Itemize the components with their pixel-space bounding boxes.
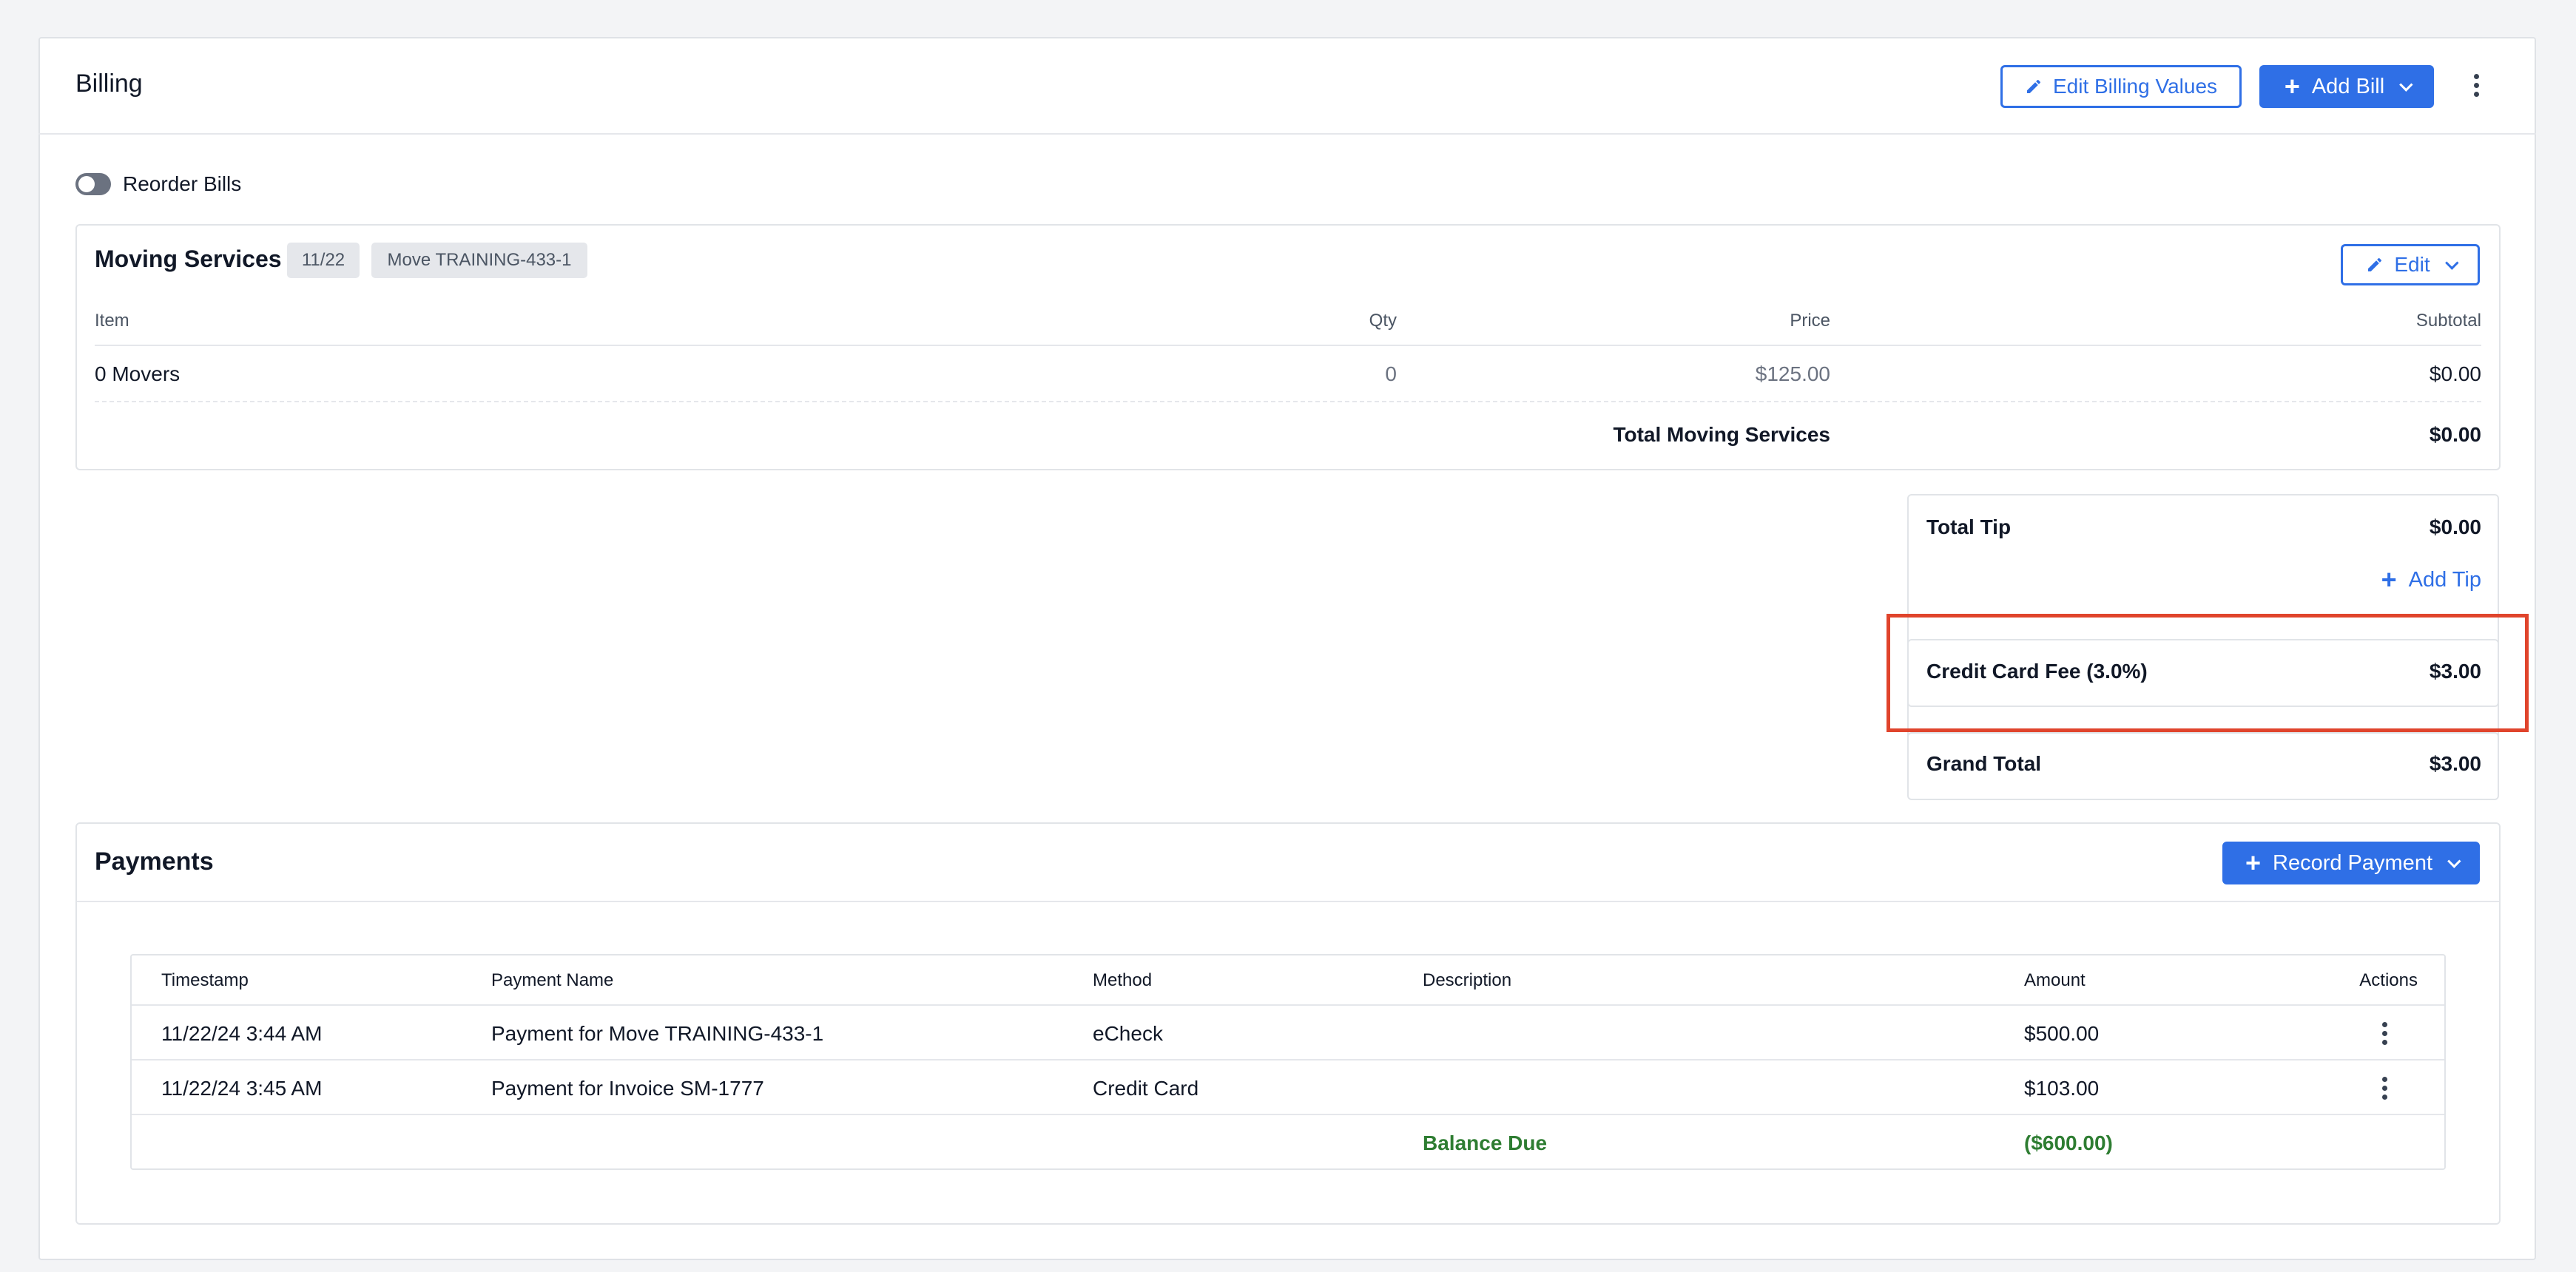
tip-value: $0.00 xyxy=(2429,515,2481,538)
col-subtotal: Subtotal xyxy=(2415,311,2481,331)
col-timestamp: Timestamp xyxy=(161,970,249,990)
bill-total-label: Total Moving Services xyxy=(1613,423,1830,446)
reorder-bills-toggle[interactable] xyxy=(75,173,111,195)
pencil-icon xyxy=(2026,79,2040,93)
payment-row-divider xyxy=(132,1114,2444,1115)
payments-table-header-divider xyxy=(132,1004,2444,1006)
record-payment-button[interactable]: + Record Payment xyxy=(2222,842,2480,884)
col-amount: Amount xyxy=(2024,970,2086,990)
payment-row-divider xyxy=(132,1059,2444,1060)
toggle-knob xyxy=(78,176,95,192)
cc-fee-label: Credit Card Fee (3.0%) xyxy=(1926,660,2148,683)
payments-title: Payments xyxy=(95,848,214,876)
payment-row-amount: $103.00 xyxy=(2024,1077,2100,1100)
payment-row-timestamp: 11/22/24 3:45 AM xyxy=(161,1077,323,1100)
add-bill-button[interactable]: + Add Bill xyxy=(2259,65,2434,108)
payments-header-divider xyxy=(77,901,2499,902)
plus-icon: + xyxy=(2284,71,2300,101)
plus-icon: + xyxy=(2245,848,2262,878)
bill-move-tag: Move TRAINING-433-1 xyxy=(371,243,587,278)
balance-due-label: Balance Due xyxy=(1423,1131,1548,1154)
bill-title: Moving Services xyxy=(95,246,282,272)
row-actions-icon[interactable] xyxy=(2381,1022,2387,1045)
bill-total-value: $0.00 xyxy=(2429,423,2481,446)
bill-row-qty: 0 xyxy=(1385,362,1397,385)
plus-icon: + xyxy=(2381,564,2397,595)
chevron-down-icon xyxy=(2447,853,2461,868)
bill-row-subtotal: $0.00 xyxy=(2429,362,2481,385)
col-price: Price xyxy=(1790,311,1830,331)
edit-billing-values-label: Edit Billing Values xyxy=(2052,75,2218,98)
chevron-down-icon xyxy=(2444,255,2459,270)
add-tip-link[interactable]: + Add Tip xyxy=(2381,566,2481,593)
more-options-icon[interactable] xyxy=(2473,74,2479,97)
bill-row-price: $125.00 xyxy=(1755,362,1830,385)
payment-row-name: Payment for Move TRAINING-433-1 xyxy=(491,1022,824,1045)
bill-edit-button[interactable]: Edit xyxy=(2341,244,2480,285)
add-tip-label: Add Tip xyxy=(2408,567,2481,592)
pencil-icon xyxy=(2368,257,2382,271)
cc-fee-value: $3.00 xyxy=(2429,660,2481,683)
col-qty: Qty xyxy=(1369,311,1397,331)
col-item: Item xyxy=(95,311,129,331)
page-title: Billing xyxy=(75,70,143,98)
tip-label: Total Tip xyxy=(1926,515,2012,538)
col-payment-name: Payment Name xyxy=(491,970,614,990)
payment-row-method: Credit Card xyxy=(1093,1077,1199,1100)
grand-total-label: Grand Total xyxy=(1926,752,2042,775)
col-method: Method xyxy=(1093,970,1153,990)
bill-header-divider xyxy=(95,345,2481,346)
grand-total-value: $3.00 xyxy=(2429,752,2481,775)
col-description: Description xyxy=(1423,970,1512,990)
add-bill-label: Add Bill xyxy=(2311,74,2385,98)
bill-edit-label: Edit xyxy=(2394,253,2430,276)
bill-row-item: 0 Movers xyxy=(95,362,181,385)
row-actions-icon[interactable] xyxy=(2381,1077,2387,1100)
col-actions: Actions xyxy=(2359,970,2418,990)
reorder-bills-label: Reorder Bills xyxy=(123,172,242,195)
payment-row-timestamp: 11/22/24 3:44 AM xyxy=(161,1022,323,1045)
payment-row-name: Payment for Invoice SM-1777 xyxy=(491,1077,764,1100)
record-payment-label: Record Payment xyxy=(2273,850,2433,875)
bill-row-divider xyxy=(95,401,2481,402)
header-divider xyxy=(38,133,2536,135)
payment-row-method: eCheck xyxy=(1093,1022,1163,1045)
chevron-down-icon xyxy=(2399,77,2413,92)
bill-date-tag: 11/22 xyxy=(287,243,360,278)
balance-due-value: ($600.00) xyxy=(2024,1131,2113,1154)
payment-row-amount: $500.00 xyxy=(2024,1022,2100,1045)
edit-billing-values-button[interactable]: Edit Billing Values xyxy=(2000,65,2242,108)
